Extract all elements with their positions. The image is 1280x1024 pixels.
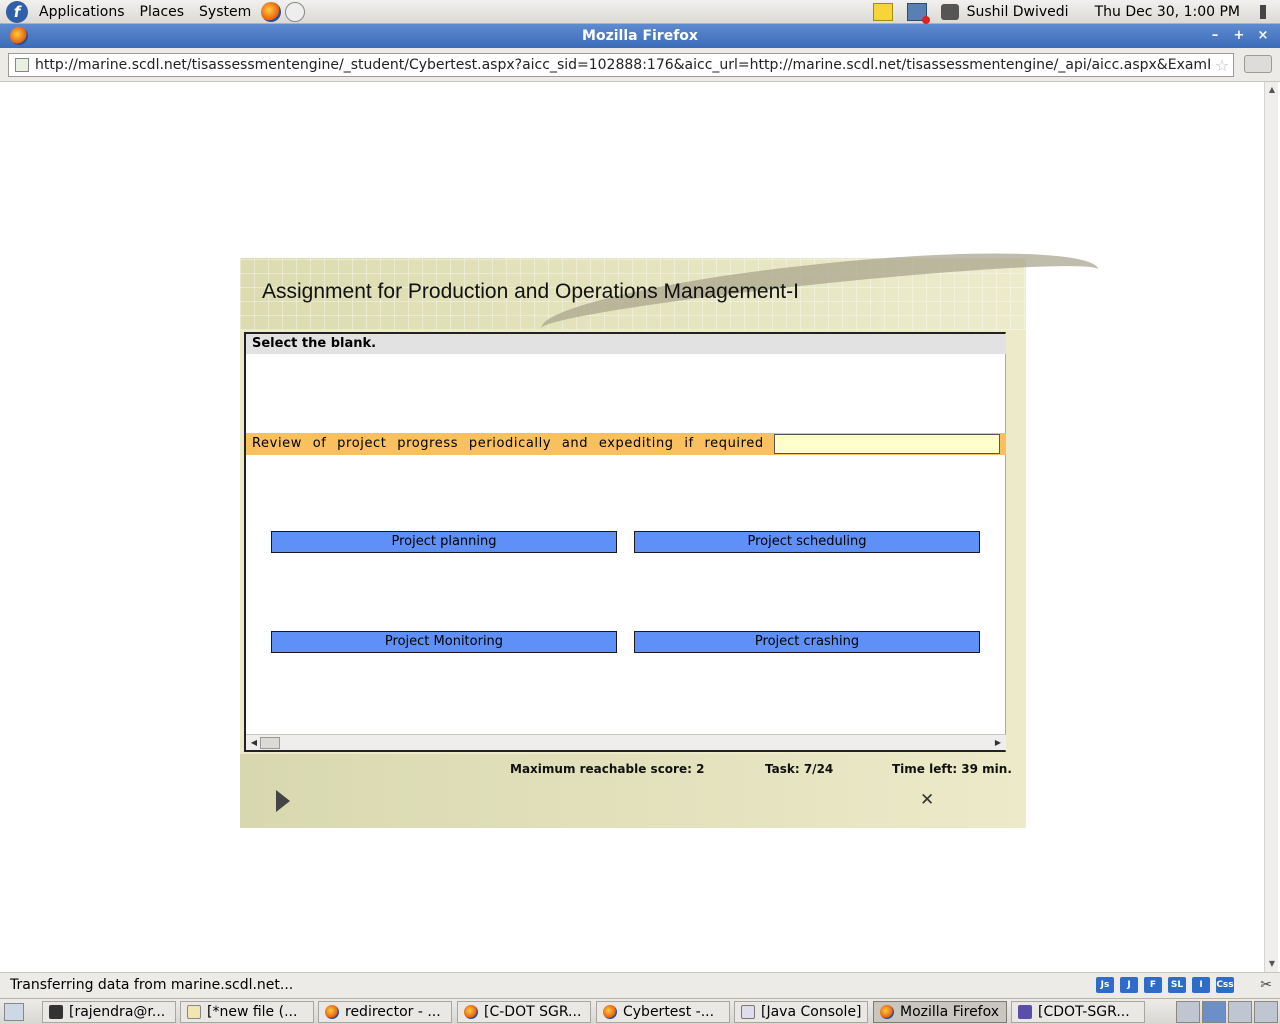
- workspace-3[interactable]: [1228, 1001, 1252, 1023]
- terminal-icon: [49, 1005, 63, 1019]
- firefox-icon: [880, 1005, 894, 1019]
- user-icon[interactable]: [940, 4, 959, 20]
- option-project-crashing[interactable]: Project crashing: [634, 631, 980, 653]
- scroll-down-icon[interactable]: ▼: [1266, 958, 1278, 970]
- volume-icon[interactable]: [1260, 5, 1274, 19]
- answer-blank-input[interactable]: [774, 434, 1000, 454]
- application-icon: [1018, 1005, 1032, 1019]
- task-cdot-sgr[interactable]: [C-DOT SGR...: [457, 1001, 591, 1023]
- silverlight-addon-icon[interactable]: SL: [1168, 977, 1186, 993]
- clock[interactable]: Thu Dec 30, 1:00 PM: [1095, 4, 1240, 20]
- scroll-up-icon[interactable]: ▲: [1266, 84, 1278, 96]
- mail-launcher-icon[interactable]: [285, 1, 306, 22]
- firefox-icon: [603, 1005, 617, 1019]
- status-bar: Transferring data from marine.scdl.net..…: [0, 972, 1280, 998]
- taskbar: [rajendra@r... [*new file (... redirecto…: [0, 998, 1280, 1024]
- site-identity-icon[interactable]: [15, 58, 29, 72]
- task-java-console[interactable]: [Java Console]: [734, 1001, 868, 1023]
- task-label: [C-DOT SGR...: [484, 1004, 582, 1020]
- task-counter: Task: 7/24: [765, 762, 834, 776]
- scroll-thumb[interactable]: [260, 737, 280, 749]
- task-new-file[interactable]: [*new file (...: [180, 1001, 314, 1023]
- exam-panel: Assignment for Production and Operations…: [240, 234, 1103, 828]
- text-editor-icon: [187, 1005, 201, 1019]
- next-arrow-icon[interactable]: [276, 790, 290, 812]
- url-text[interactable]: http://marine.scdl.net/tisassessmentengi…: [35, 57, 1211, 73]
- show-desktop-icon[interactable]: [4, 1003, 24, 1021]
- task-label: redirector - ...: [345, 1004, 441, 1020]
- exam-title: Assignment for Production and Operations…: [262, 280, 799, 303]
- close-window-button[interactable]: ×: [1254, 28, 1272, 44]
- workspace-4[interactable]: [1254, 1001, 1278, 1023]
- task-cdot-sgr-2[interactable]: [CDOT-SGR...: [1011, 1001, 1145, 1023]
- task-terminal[interactable]: [rajendra@r...: [42, 1001, 176, 1023]
- firefox-icon: [325, 1005, 339, 1019]
- applications-menu[interactable]: Applications: [35, 2, 129, 22]
- top-panel: f Applications Places System Sushil Dwiv…: [0, 0, 1280, 24]
- workspace-1[interactable]: [1176, 1001, 1200, 1023]
- horizontal-scrollbar[interactable]: ◀ ▶: [246, 734, 1006, 750]
- notes-icon[interactable]: [872, 3, 893, 21]
- navigation-bar: http://marine.scdl.net/tisassessmentengi…: [0, 48, 1280, 82]
- option-project-planning[interactable]: Project planning: [271, 531, 617, 553]
- maximize-button[interactable]: +: [1230, 28, 1248, 44]
- task-label: [rajendra@r...: [69, 1004, 166, 1020]
- network-icon[interactable]: [906, 3, 930, 24]
- java-addon-icon[interactable]: J: [1120, 977, 1138, 993]
- time-left: Time left: 39 min.: [892, 762, 1012, 776]
- scroll-right-icon[interactable]: ▶: [992, 737, 1004, 749]
- java-console-icon: [741, 1005, 755, 1019]
- task-label: Cybertest -...: [623, 1004, 715, 1020]
- exam-header: Assignment for Production and Operations…: [240, 234, 1103, 364]
- minimize-button[interactable]: –: [1206, 28, 1224, 44]
- workspace-switcher: [1176, 1001, 1278, 1023]
- fedora-logo-icon[interactable]: f: [6, 0, 28, 23]
- css-addon-icon[interactable]: Css: [1216, 977, 1234, 993]
- close-exam-icon[interactable]: ✕: [920, 790, 934, 810]
- user-name[interactable]: Sushil Dwivedi: [967, 4, 1069, 20]
- max-score-label: Maximum reachable score: 2: [510, 762, 705, 776]
- keyboard-menu-button[interactable]: [1244, 55, 1272, 73]
- option-project-monitoring[interactable]: Project Monitoring: [271, 631, 617, 653]
- task-mozilla-firefox[interactable]: Mozilla Firefox: [873, 1001, 1007, 1023]
- option-project-scheduling[interactable]: Project scheduling: [634, 531, 980, 553]
- scissors-icon[interactable]: ✂: [1260, 977, 1272, 993]
- bookmark-star-icon[interactable]: ☆: [1211, 56, 1233, 75]
- flash-addon-icon[interactable]: F: [1144, 977, 1162, 993]
- task-cybertest[interactable]: Cybertest -...: [596, 1001, 730, 1023]
- question-frame: Select the blank. Review of project prog…: [244, 332, 1006, 752]
- window-titlebar: Mozilla Firefox – + ×: [0, 24, 1280, 48]
- places-menu[interactable]: Places: [136, 2, 189, 22]
- images-addon-icon[interactable]: I: [1192, 977, 1210, 993]
- js-addon-icon[interactable]: Js: [1096, 977, 1114, 993]
- task-redirector[interactable]: redirector - ...: [318, 1001, 452, 1023]
- system-menu[interactable]: System: [195, 2, 255, 22]
- question-instruction: Select the blank.: [246, 334, 1006, 354]
- exam-footer: Maximum reachable score: 2 Task: 7/24 Ti…: [240, 754, 1026, 828]
- url-bar[interactable]: http://marine.scdl.net/tisassessmentengi…: [8, 53, 1234, 77]
- vertical-scrollbar[interactable]: ▲ ▼: [1264, 82, 1278, 972]
- firefox-launcher-icon[interactable]: [261, 1, 282, 22]
- task-label: [*new file (...: [207, 1004, 298, 1020]
- scroll-left-icon[interactable]: ◀: [248, 737, 260, 749]
- task-label: [CDOT-SGR...: [1038, 1004, 1130, 1020]
- question-text: Review of project progress periodically …: [252, 436, 866, 451]
- firefox-window-icon[interactable]: [10, 27, 28, 45]
- task-label: [Java Console]: [761, 1004, 862, 1020]
- question-strip: Review of project progress periodically …: [246, 433, 1006, 455]
- firefox-icon: [464, 1005, 478, 1019]
- task-label: Mozilla Firefox: [900, 1004, 1000, 1020]
- workspace-2[interactable]: [1202, 1001, 1226, 1023]
- status-text: Transferring data from marine.scdl.net..…: [10, 977, 294, 993]
- window-title: Mozilla Firefox: [582, 28, 698, 44]
